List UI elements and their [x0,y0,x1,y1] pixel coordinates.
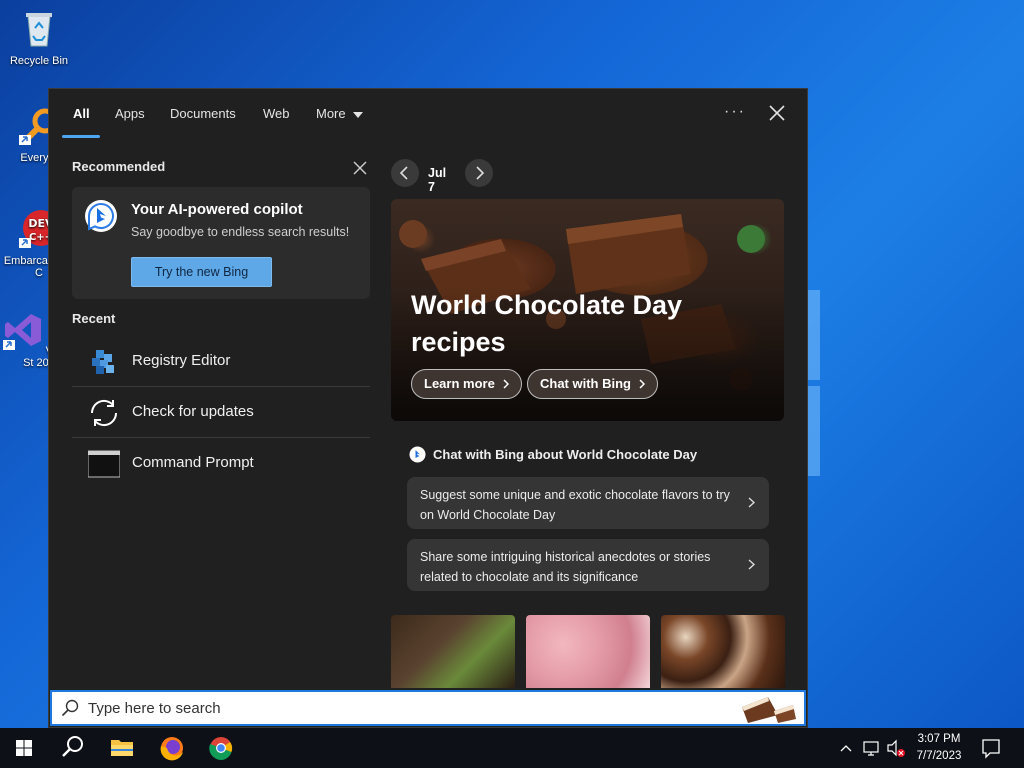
action-center-button[interactable] [968,728,1014,768]
more-options-button[interactable]: ··· [724,103,746,121]
chrome-button[interactable] [197,728,245,768]
search-panel: All Apps Documents Web More ··· Recommen… [48,88,808,728]
file-explorer-button[interactable] [98,728,146,768]
try-new-bing-button[interactable]: Try the new Bing [131,257,272,287]
chat-with-bing-label: Chat with Bing [540,376,631,391]
chevron-right-icon [639,379,646,389]
recent-item-label: Registry Editor [132,352,231,369]
notification-icon [982,739,1000,759]
taskbar-clock[interactable]: 3:07 PM 7/7/2023 [908,731,970,765]
suggestion-card-history[interactable]: Share some intriguing historical anecdot… [407,539,769,591]
date-label: Jul 7 [428,166,447,194]
tab-apps[interactable]: Apps [115,106,145,121]
thumbnail-pink-chocolate[interactable] [526,615,650,688]
windows-start-icon [16,740,32,756]
copilot-subtitle: Say goodbye to endless search results! [131,225,350,239]
chevron-right-icon [503,379,509,389]
copilot-card: Your AI-powered copilot Say goodbye to e… [72,187,370,299]
recent-item-command-prompt[interactable]: Command Prompt [72,438,370,489]
recent-item-check-for-updates[interactable]: Check for updates [72,387,370,438]
clock-date: 7/7/2023 [916,750,962,762]
command-prompt-icon [88,450,120,478]
tab-all[interactable]: All [73,106,90,121]
search-icon [62,736,83,757]
search-tabs: All Apps Documents Web More ··· [49,89,809,139]
hero-title: World Chocolate Day recipes [411,290,683,357]
thumbnail-chocolate-assortment[interactable] [661,615,785,688]
bing-chat-small-icon [409,446,426,463]
tab-more-label: More [316,106,346,121]
search-icon [61,699,79,717]
active-tab-indicator [62,135,100,138]
image-thumbnails [391,615,791,688]
folder-icon [111,740,133,756]
chevron-left-icon [399,166,408,180]
suggestion-card-flavors[interactable]: Suggest some unique and exotic chocolate… [407,477,769,529]
caret-down-icon [353,111,364,118]
bing-chat-icon [85,200,117,232]
recent-item-label: Check for updates [132,403,254,420]
refresh-icon [90,399,118,427]
visual-studio-icon [2,314,41,350]
recent-item-registry-editor[interactable]: Registry Editor [72,336,370,387]
chat-heading-text: Chat with Bing about World Chocolate Day [433,447,698,462]
desktop-icon-label: Recycle Bin [9,55,69,67]
left-column: Recommended Your AI-powered copilot Say … [72,159,372,478]
learn-more-label: Learn more [424,376,495,391]
dismiss-recommended-icon[interactable] [353,161,367,175]
recycle-bin-icon [26,13,52,47]
registry-editor-icon [92,350,114,374]
tab-documents[interactable]: Documents [170,106,236,121]
tray-icons [840,739,905,757]
chevron-right-icon [748,559,755,570]
clock-time: 3:07 PM [917,733,961,745]
chocolate-cake-icon [742,697,796,723]
suggestion-text: Suggest some unique and exotic chocolate… [420,488,730,522]
chevron-right-icon [476,166,485,180]
chat-with-bing-button[interactable]: Chat with Bing [527,369,658,399]
thumbnail-cacao[interactable] [391,615,515,688]
firefox-icon [160,737,183,761]
taskbar: 3:07 PM 7/7/2023 [0,728,1024,768]
recommended-title: Recommended [72,159,166,174]
taskbar-search-button[interactable] [48,728,96,768]
tab-more[interactable]: More [316,106,364,121]
next-day-button[interactable] [465,159,493,187]
previous-day-button[interactable] [391,159,419,187]
tab-web[interactable]: Web [263,106,290,121]
chevron-right-icon [748,497,755,508]
learn-more-button[interactable]: Learn more [411,369,522,399]
system-tray [838,728,908,768]
taskbar-search-box[interactable] [50,690,806,726]
recent-item-label: Command Prompt [132,454,254,471]
close-icon[interactable] [767,103,787,123]
start-button[interactable] [0,728,48,768]
recent-title: Recent [72,311,116,326]
firefox-button[interactable] [148,728,196,768]
suggestion-text: Share some intriguing historical anecdot… [420,550,711,584]
recent-list: Registry Editor Check for updates Comman… [72,336,370,489]
search-input[interactable] [88,697,688,719]
desktop-icon-recycle-bin[interactable]: Recycle Bin [0,8,78,67]
hero-card[interactable]: World Chocolate Day recipes Learn more C… [391,199,784,421]
copilot-title: Your AI-powered copilot [131,201,303,218]
chrome-icon [209,737,233,760]
